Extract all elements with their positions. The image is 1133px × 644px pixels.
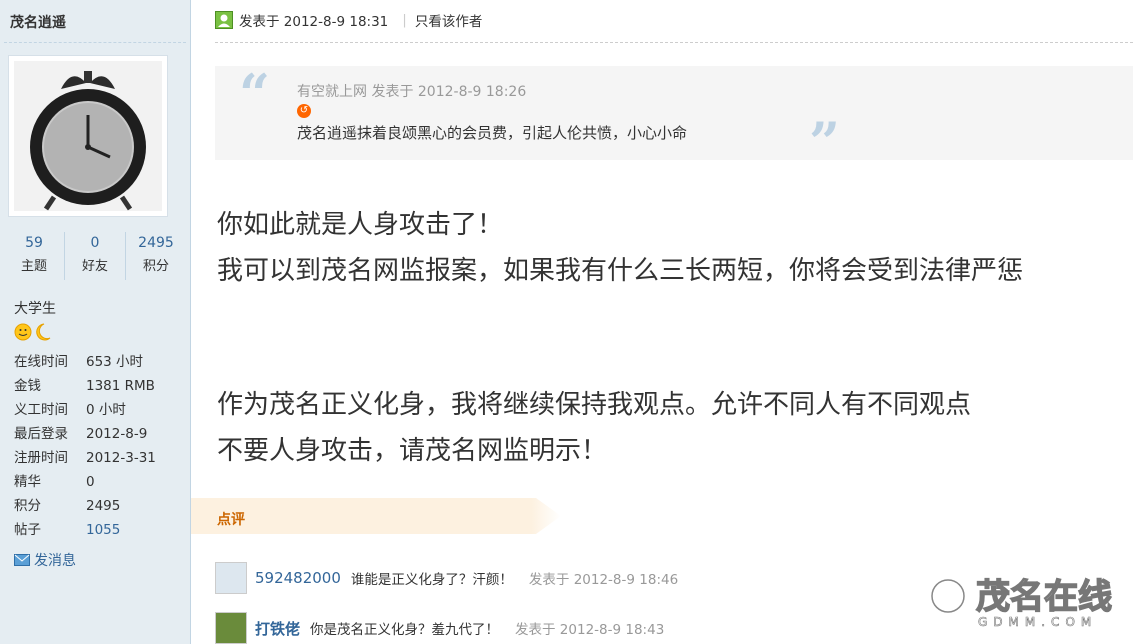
info-row: 积分 2495 xyxy=(14,494,184,518)
send-message-label: 发消息 xyxy=(34,553,76,569)
comment-text: 谁能是正义化身了？汗颜！ xyxy=(350,572,513,588)
info-row: 在线时间 653 小时 xyxy=(14,350,184,374)
user-stats: 59 主题 0 好友 2495 积分 xyxy=(4,232,186,280)
site-watermark: 茂名在线 GDMM.COM xyxy=(926,566,1126,636)
rating-bar xyxy=(191,498,561,534)
watermark-title: 茂名在线 xyxy=(976,577,1112,617)
divider: | xyxy=(402,12,407,28)
close-quote-icon: ” xyxy=(809,110,841,174)
stat-topics-label: 主题 xyxy=(20,259,47,274)
info-value: 2495 xyxy=(86,498,121,514)
info-label: 金钱 xyxy=(14,378,41,394)
quote-text: 茂名逍遥抹着良颂黑心的会员费，引起人伦共愤，小心小命 xyxy=(297,124,688,142)
info-row: 最后登录 2012-8-9 xyxy=(14,422,184,446)
info-row: 注册时间 2012-3-31 xyxy=(14,446,184,470)
info-label: 精华 xyxy=(14,474,41,490)
avatar[interactable] xyxy=(8,55,168,217)
post-text-line: 你如此就是人身攻击了！ xyxy=(217,210,504,240)
stat-points-label: 积分 xyxy=(142,259,169,274)
info-value: 1381 RMB xyxy=(86,378,155,394)
comment-avatar[interactable] xyxy=(215,612,247,644)
info-label: 在线时间 xyxy=(14,354,68,370)
user-rank: 大学生 xyxy=(14,301,56,317)
comment-user[interactable]: 592482000 xyxy=(255,569,341,587)
comment-time: 发表于 2012-8-9 18:46 xyxy=(528,572,679,588)
comment-time: 发表于 2012-8-9 18:43 xyxy=(515,622,665,638)
open-quote-icon: “ xyxy=(239,62,271,126)
avatar-image xyxy=(14,61,162,211)
watermark-subtitle: GDMM.COM xyxy=(978,615,1097,629)
info-row: 金钱 1381 RMB xyxy=(14,374,184,398)
rating-label: 点评 xyxy=(217,512,245,528)
info-label: 注册时间 xyxy=(14,450,68,466)
info-label: 最后登录 xyxy=(14,426,68,442)
comment-text: 你是茂名正义化身？羞九代了！ xyxy=(310,622,500,638)
user-info: 在线时间 653 小时 金钱 1381 RMB 义工时间 0 小时 最后登录 2012-… xyxy=(14,350,184,542)
jump-to-quote-icon[interactable]: ↺ xyxy=(297,104,311,118)
post-text-line: 我可以到茂名网监报案，如果我有什么三长两短，你将会受到法律严惩 xyxy=(217,256,1024,286)
stat-topics[interactable]: 59 主题 xyxy=(4,232,65,280)
stat-friends-label: 好友 xyxy=(81,259,108,274)
post-count-link[interactable]: 1055 xyxy=(86,518,120,542)
comment-user[interactable]: 打铁佬 xyxy=(255,618,300,639)
site-logo: 茂名在线 GDMM.COM xyxy=(930,576,1113,629)
info-value: 2012-3-31 xyxy=(86,450,156,466)
info-value: 0 xyxy=(86,474,95,490)
alarm-clock-image xyxy=(14,61,162,211)
info-label: 义工时间 xyxy=(14,402,68,418)
online-user-icon xyxy=(215,11,233,29)
post-header: 发表于 2012-8-9 18:31 | 只看该作者 xyxy=(215,10,482,30)
stat-points[interactable]: 2495 积分 xyxy=(126,232,186,280)
post-content: 发表于 2012-8-9 18:31 | 只看该作者 “ 有空就上网 发表于 2… xyxy=(191,0,1133,644)
divider xyxy=(215,42,1133,43)
info-row: 义工时间 0 小时 xyxy=(14,398,184,422)
quote-meta: 有空就上网 发表于 2012-8-9 18:26 xyxy=(297,84,527,100)
info-label: 积分 xyxy=(14,498,41,514)
send-message-link[interactable]: 发消息 xyxy=(14,550,76,570)
stat-points-count[interactable]: 2495 xyxy=(126,235,186,251)
stat-friends-count[interactable]: 0 xyxy=(65,235,125,251)
quote-block: “ 有空就上网 发表于 2012-8-9 18:26 ↺ 茂名逍遥抹着良颂黑心的… xyxy=(215,62,1133,174)
info-value: 2012-8-9 xyxy=(86,426,148,442)
info-row: 帖子 1055 xyxy=(14,518,184,542)
post-text-line: 不要人身攻击，请茂名网监明示！ xyxy=(217,436,608,466)
author-name[interactable]: 茂名逍遥 xyxy=(10,12,66,32)
info-value: 0 小时 xyxy=(86,402,126,418)
post-time: 发表于 2012-8-9 18:31 xyxy=(239,14,389,30)
post-text-line: 作为茂名正义化身，我将继续保持我观点。允许不同人有不同观点 xyxy=(217,390,972,420)
comment-item: 592482000 谁能是正义化身了？汗颜！ 发表于 2012-8-9 18:4… xyxy=(215,562,678,594)
sun-moon-icon xyxy=(14,323,51,341)
stat-friends[interactable]: 0 好友 xyxy=(65,232,126,280)
envelope-icon xyxy=(14,554,30,566)
only-author-link[interactable]: 只看该作者 xyxy=(415,10,483,30)
rank-icons xyxy=(14,322,54,342)
author-sidebar: 茂名逍遥 59 主题 0 好友 2495 积分 大学生 在线时间 653 小时 … xyxy=(0,0,191,644)
comment-item: 打铁佬 你是茂名正义化身？羞九代了！ 发表于 2012-8-9 18:43 xyxy=(215,612,664,644)
info-value: 653 小时 xyxy=(86,354,144,370)
info-label: 帖子 xyxy=(14,522,41,538)
stat-topics-count[interactable]: 59 xyxy=(4,235,64,251)
info-row: 精华 0 xyxy=(14,470,184,494)
comment-avatar[interactable] xyxy=(215,562,247,594)
divider xyxy=(4,42,186,43)
